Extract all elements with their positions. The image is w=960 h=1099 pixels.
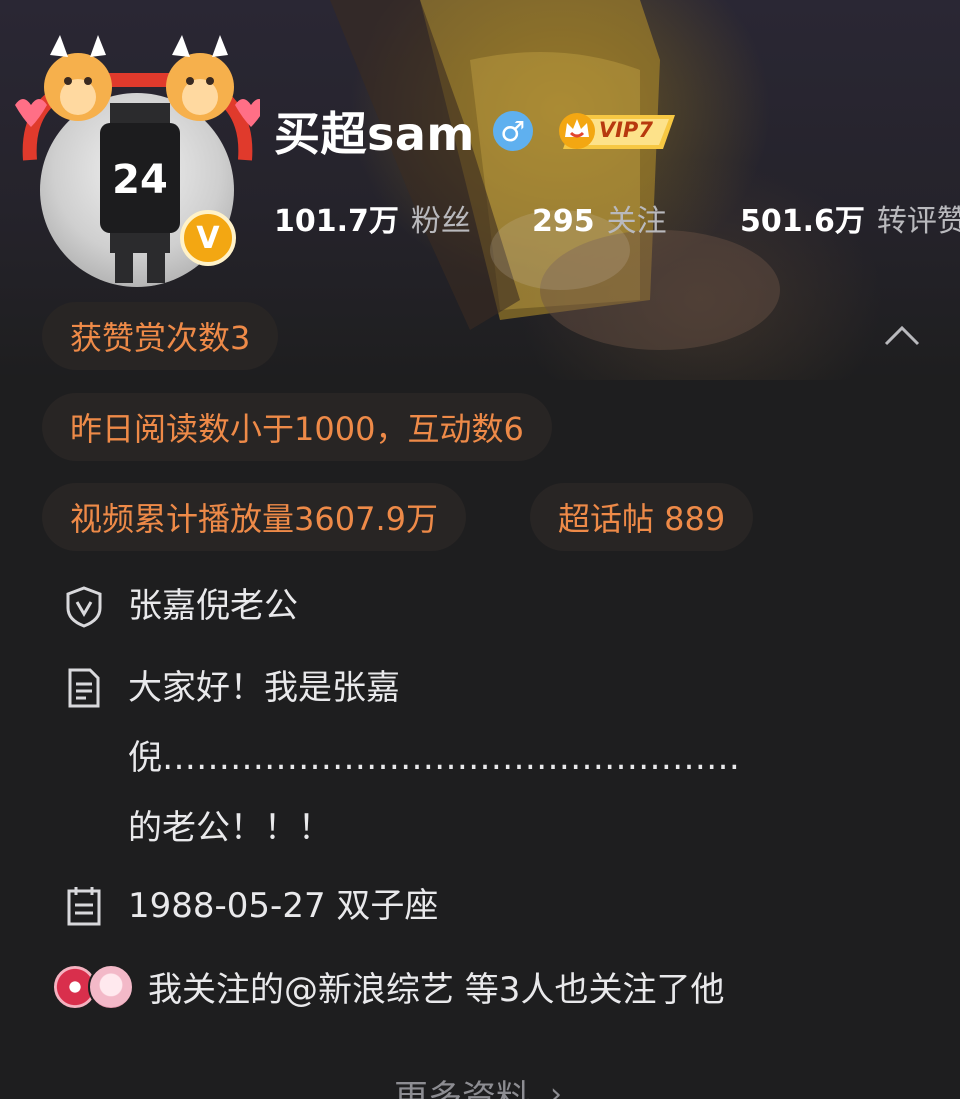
reads-pill[interactable]: 昨日阅读数小于1000，互动数6	[42, 393, 552, 461]
following-label: 关注	[606, 204, 667, 239]
shield-verified-icon	[66, 586, 102, 628]
verified-badge-icon: V	[180, 210, 236, 266]
video-views-text: 视频累计播放量3607.9万	[70, 500, 438, 538]
document-icon	[68, 668, 100, 708]
avatar-container[interactable]: 24 V	[10, 25, 260, 287]
reposts-stat[interactable]: 501.6万 转评赞	[740, 196, 960, 240]
chevron-up-icon[interactable]	[882, 318, 922, 348]
username-row: 买超sam ♂ VIP7	[274, 98, 681, 164]
birthday-text: 1988-05-27 双子座	[128, 886, 439, 926]
followers-stat[interactable]: 101.7万 粉丝	[274, 196, 471, 240]
more-info-link[interactable]: 更多资料 ›	[394, 1070, 562, 1099]
birthday-row: 1988-05-27 双子座	[62, 884, 438, 941]
mutual-follows-text: 我关注的@新浪综艺 等3人也关注了他	[148, 970, 725, 1010]
rewards-text: 获赞赏次数3	[70, 319, 251, 357]
mutual-avatar-2	[88, 963, 134, 1010]
super-topic-pill[interactable]: 超话帖 889	[530, 483, 754, 551]
followers-label: 粉丝	[410, 204, 471, 239]
reposts-label: 转评赞	[876, 204, 960, 239]
vip-badge[interactable]: VIP7	[555, 109, 681, 153]
more-info-label: 更多资料	[394, 1078, 530, 1099]
chevron-right-icon: ›	[550, 1077, 562, 1099]
vip-level-label: VIP7	[598, 118, 653, 142]
verification-row: 张嘉倪老公	[62, 584, 298, 641]
following-count: 295	[532, 204, 595, 239]
mutual-follows-row[interactable]: 我关注的@新浪综艺 等3人也关注了他	[52, 962, 724, 1011]
profile-page: 24 V 买超sam ♂ VIP7 101.7万 粉丝 295 关注 501.6…	[0, 0, 960, 1099]
rewards-pill[interactable]: 获赞赏次数3	[42, 302, 279, 370]
username: 买超sam	[274, 107, 475, 161]
male-gender-icon: ♂	[492, 111, 533, 151]
reads-text: 昨日阅读数小于1000，互动数6	[70, 410, 524, 448]
calendar-icon	[67, 887, 101, 926]
bio-text: 大家好！我是张嘉倪……………………………………………的老公！！！	[128, 668, 740, 848]
bio-row: 大家好！我是张嘉倪……………………………………………的老公！！！	[62, 666, 740, 863]
super-topic-text: 超话帖 889	[558, 500, 726, 538]
reposts-count: 501.6万	[740, 204, 865, 239]
video-views-pill[interactable]: 视频累计播放量3607.9万	[42, 483, 466, 551]
followers-count: 101.7万	[274, 204, 399, 239]
following-stat[interactable]: 295 关注	[532, 196, 667, 240]
verification-text: 张嘉倪老公	[128, 586, 298, 626]
